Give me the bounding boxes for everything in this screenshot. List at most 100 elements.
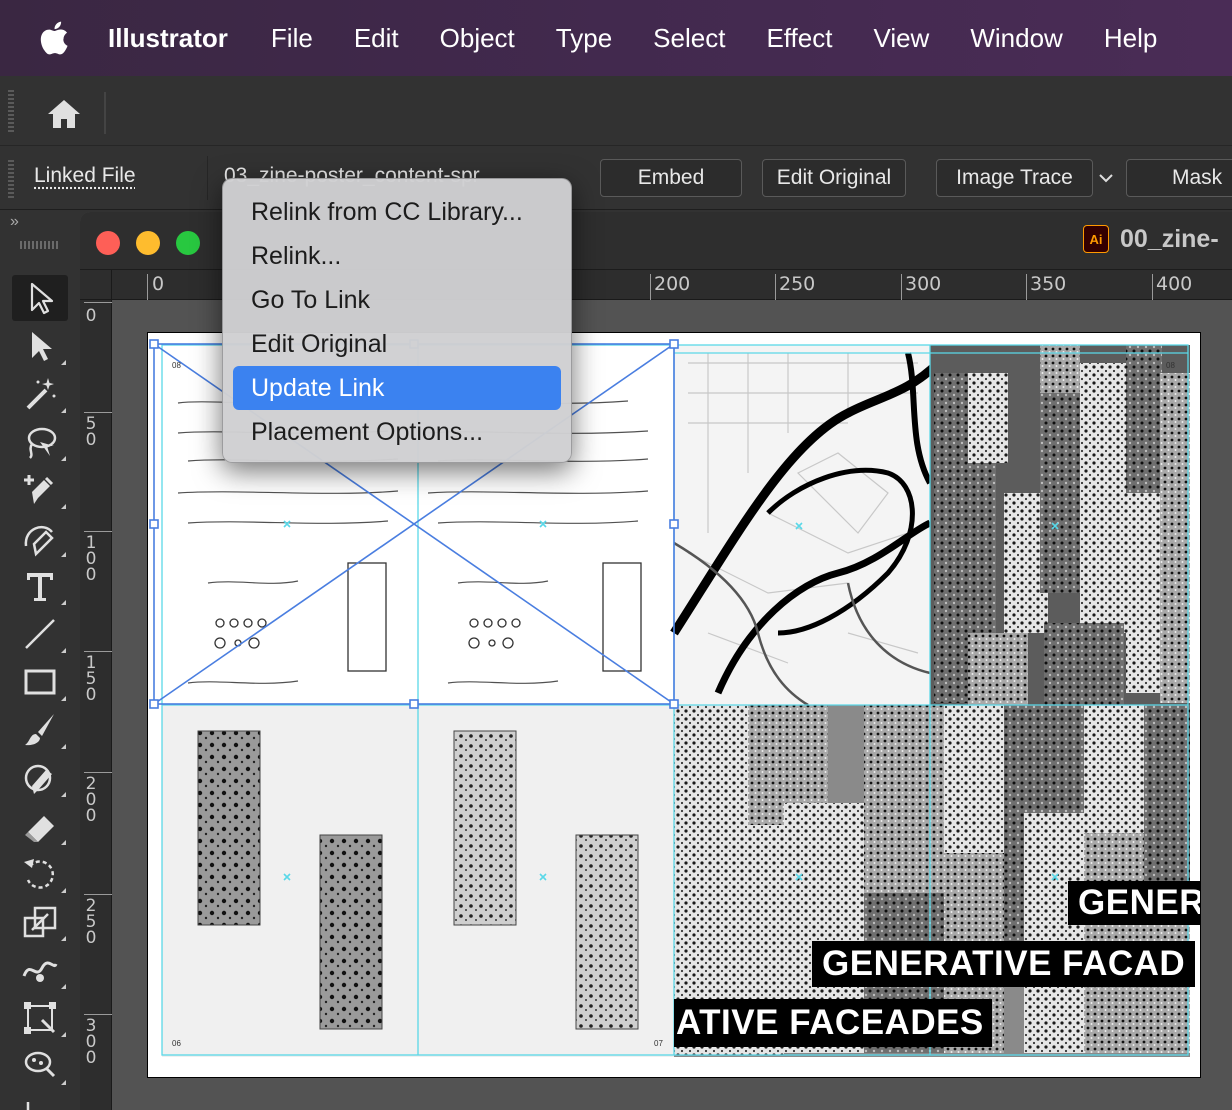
menu-view[interactable]: View [873, 23, 929, 54]
eraser-tool[interactable] [12, 803, 68, 849]
page-number: 08 [172, 361, 181, 370]
menu-help[interactable]: Help [1104, 23, 1157, 54]
lasso-tool[interactable] [12, 419, 68, 465]
menu-item-go-to-link[interactable]: Go To Link [233, 278, 561, 322]
linked-file-link[interactable]: Linked File [34, 164, 136, 188]
ruler-label: 200 [85, 774, 97, 826]
ruler-origin[interactable] [80, 270, 112, 300]
illustrator-file-icon: Ai [1083, 225, 1109, 253]
scale-tool[interactable] [12, 899, 68, 945]
line-segment-tool[interactable] [12, 611, 68, 657]
home-button[interactable] [40, 94, 88, 134]
image-trace-button[interactable]: Image Trace [936, 159, 1093, 197]
pen-tool[interactable] [12, 515, 68, 561]
menu-bar: Illustrator File Edit Object Type Select… [0, 0, 1232, 76]
direct-selection-icon [32, 332, 52, 361]
apple-icon[interactable] [0, 21, 108, 55]
type-icon [27, 573, 53, 601]
ruler-label: 250 [779, 273, 816, 295]
ruler-label: 0 [85, 306, 97, 326]
curvature-pen-icon [24, 526, 54, 557]
symbol-sprayer-icon [24, 1051, 56, 1078]
graph-icon [26, 1102, 30, 1110]
pen-plus-icon [24, 475, 54, 504]
panel-grip[interactable] [8, 90, 14, 134]
link-context-menu: Relink from CC Library... Relink... Go T… [222, 178, 572, 463]
lasso-icon [27, 427, 57, 459]
poster-text-line-1: GENER [1068, 881, 1200, 925]
eraser-icon [25, 816, 54, 842]
warp-tool[interactable] [12, 947, 68, 993]
graph-tool[interactable] [12, 1091, 68, 1110]
type-tool[interactable] [12, 563, 68, 609]
rotate-tool[interactable] [12, 851, 68, 897]
shaper-tool[interactable] [12, 755, 68, 801]
poster-text-line-2: GENERATIVE FACAD [812, 941, 1196, 987]
mask-button[interactable]: Mask [1126, 159, 1232, 197]
menu-edit[interactable]: Edit [354, 23, 399, 54]
menu-file[interactable]: File [271, 23, 313, 54]
warp-icon [22, 961, 58, 982]
paintbrush-tool[interactable] [12, 707, 68, 753]
rectangle-tool[interactable] [12, 659, 68, 705]
home-icon [48, 100, 80, 128]
ruler-label: 200 [654, 273, 691, 295]
ruler-label: 50 [85, 414, 97, 450]
ruler-label: 300 [905, 273, 942, 295]
appbar-divider [104, 92, 106, 134]
menu-app-name[interactable]: Illustrator [108, 23, 228, 54]
page-number: 07 [654, 1039, 663, 1048]
ruler-label: 150 [85, 653, 97, 705]
scale-icon [23, 906, 57, 938]
tools-panel-header: » [0, 211, 78, 261]
menu-item-placement-options[interactable]: Placement Options... [233, 410, 561, 454]
symbol-sprayer-tool[interactable] [12, 1043, 68, 1089]
selection-arrow-icon [30, 282, 54, 315]
control-bar: Linked File 03_zine-poster_content-spr E… [0, 146, 1232, 210]
line-icon [25, 619, 55, 649]
magic-wand-icon [26, 378, 56, 410]
expand-panel-icon[interactable]: » [10, 213, 19, 231]
poster-text-line-3: ATIVE FACEADES [674, 999, 992, 1047]
page-number: 06 [172, 1039, 181, 1048]
vertical-ruler[interactable]: 0 50 100 150 200 250 300 [80, 300, 112, 1110]
direct-selection-tool[interactable] [12, 323, 68, 369]
selection-tool[interactable] [12, 275, 68, 321]
menu-window[interactable]: Window [970, 23, 1062, 54]
add-anchor-point-tool[interactable] [12, 467, 68, 513]
app-bar [0, 76, 1232, 146]
page-number: 08 [1166, 361, 1175, 370]
rectangle-icon [24, 669, 56, 695]
ruler-label: 0 [152, 273, 165, 295]
chevron-down-icon[interactable] [1096, 168, 1116, 188]
free-transform-tool[interactable] [12, 995, 68, 1041]
menu-effect[interactable]: Effect [766, 23, 832, 54]
menu-select[interactable]: Select [653, 23, 725, 54]
close-window-button[interactable] [96, 231, 120, 255]
menu-object[interactable]: Object [440, 23, 515, 54]
menu-type[interactable]: Type [556, 23, 612, 54]
menu-item-edit-original[interactable]: Edit Original [233, 322, 561, 366]
shaper-icon [24, 764, 52, 794]
minimize-window-button[interactable] [136, 231, 160, 255]
menu-item-relink-cc-library[interactable]: Relink from CC Library... [233, 190, 561, 234]
magic-wand-tool[interactable] [12, 371, 68, 417]
menu-item-update-link[interactable]: Update Link [233, 366, 561, 410]
document-title: 00_zine- [1120, 225, 1219, 253]
ruler-label: 400 [1156, 273, 1193, 295]
ruler-label: 250 [85, 896, 97, 948]
panel-grip[interactable] [20, 241, 58, 249]
zoom-window-button[interactable] [176, 231, 200, 255]
controlbar-divider [207, 156, 208, 200]
free-transform-icon [24, 1002, 56, 1034]
ruler-label: 350 [1030, 273, 1067, 295]
embed-button[interactable]: Embed [600, 159, 742, 197]
ruler-label: 100 [85, 533, 97, 585]
tools-panel [0, 261, 78, 1110]
menu-item-relink[interactable]: Relink... [233, 234, 561, 278]
panel-grip[interactable] [8, 160, 14, 198]
edit-original-button[interactable]: Edit Original [762, 159, 906, 197]
paintbrush-icon [25, 714, 54, 746]
rotate-icon [24, 859, 55, 889]
ruler-label: 300 [85, 1016, 97, 1068]
